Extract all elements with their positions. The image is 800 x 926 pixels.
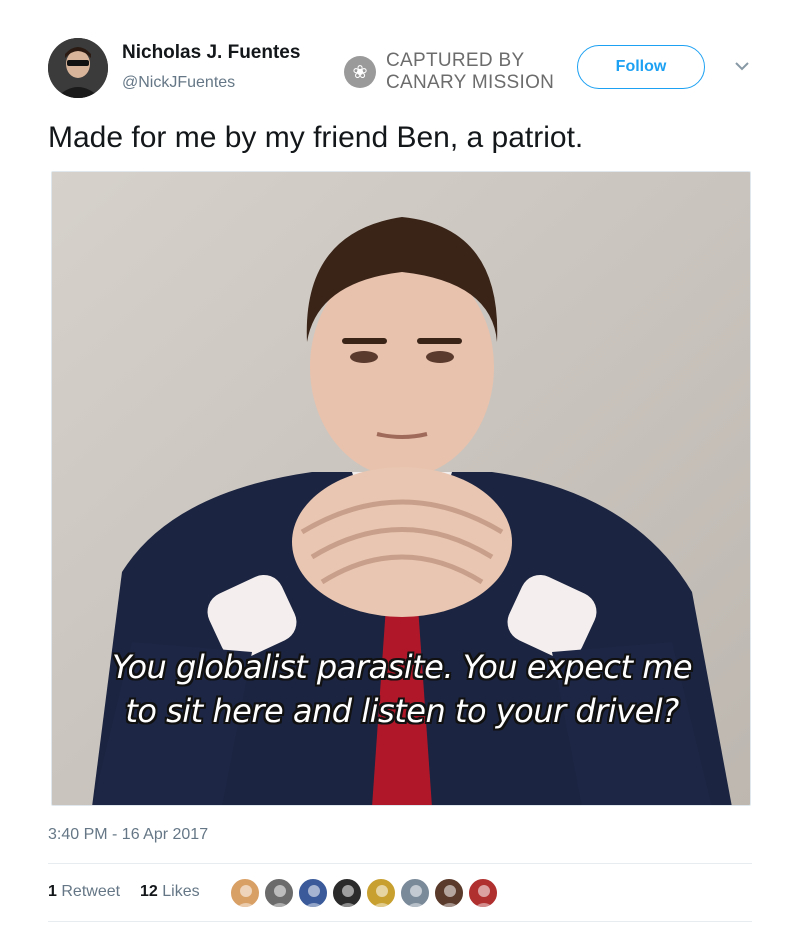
media-caption-line-1: You globalist parasite. You expect me (111, 648, 693, 686)
liker-avatar[interactable] (400, 878, 430, 908)
tweet-header: Nicholas J. Fuentes @NickJFuentes ❀ CAPT… (48, 38, 768, 102)
tweet-timestamp[interactable]: 3:40 PM - 16 Apr 2017 (48, 826, 208, 844)
user-handle[interactable]: @NickJFuentes (122, 74, 235, 92)
likes-count: 12 (140, 883, 158, 900)
tweet-media[interactable]: You globalist parasite. You expect me to… (51, 171, 751, 806)
retweet-label: Retweet (61, 883, 121, 900)
liker-avatar[interactable] (468, 878, 498, 908)
liker-avatar[interactable] (298, 878, 328, 908)
user-name[interactable]: Nicholas J. Fuentes (122, 42, 300, 64)
retweet-count: 1 (48, 883, 57, 900)
liker-avatar[interactable] (264, 878, 294, 908)
watermark-text: CAPTURED BY CANARY MISSION (386, 50, 554, 94)
bird-icon: ❀ (344, 56, 376, 88)
watermark-line-1: CAPTURED BY (386, 50, 525, 71)
follow-button[interactable]: Follow (577, 45, 705, 89)
liker-avatar[interactable] (230, 878, 260, 908)
watermark: ❀ CAPTURED BY CANARY MISSION (344, 50, 574, 96)
watermark-line-2: CANARY MISSION (386, 72, 555, 93)
liker-avatar[interactable] (434, 878, 464, 908)
liker-avatar[interactable] (332, 878, 362, 908)
user-avatar[interactable] (48, 38, 108, 98)
tweet-card: Nicholas J. Fuentes @NickJFuentes ❀ CAPT… (0, 0, 800, 926)
likes-stat[interactable]: 12 Likes (140, 883, 200, 901)
likes-label: Likes (162, 883, 200, 900)
liker-avatar[interactable] (366, 878, 396, 908)
media-caption-line-2: to sit here and listen to your drivel? (125, 692, 679, 730)
tweet-stats: 1 Retweet 12 Likes (48, 878, 752, 908)
divider (48, 863, 752, 864)
retweet-stat[interactable]: 1 Retweet (48, 883, 120, 901)
divider (48, 921, 752, 922)
chevron-down-icon[interactable] (732, 56, 752, 76)
tweet-text: Made for me by my friend Ben, a patriot. (48, 121, 584, 154)
